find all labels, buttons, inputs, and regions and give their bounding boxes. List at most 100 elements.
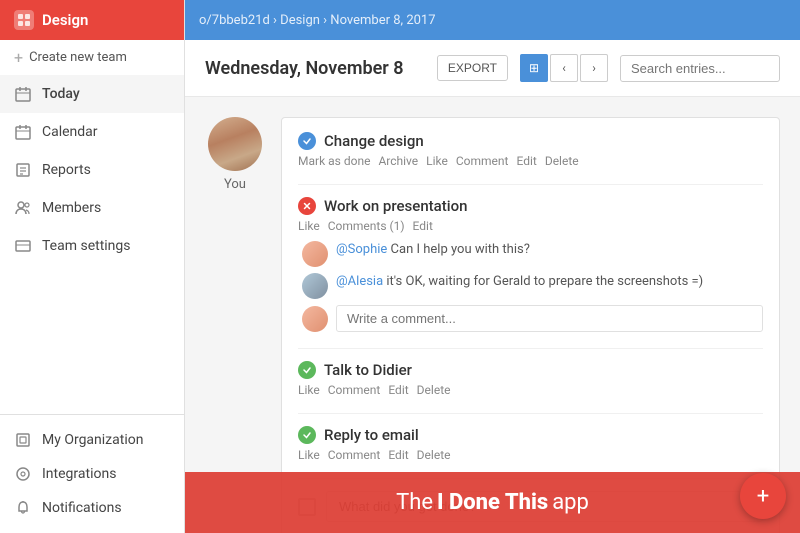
sidebar-item-members[interactable]: Members xyxy=(0,189,184,227)
feed: You Change design Mark as done A xyxy=(185,97,800,533)
avatar-user1 xyxy=(208,117,262,171)
comment-link4[interactable]: Comment xyxy=(328,448,381,462)
comment-input[interactable] xyxy=(336,305,763,332)
sidebar-item-notifications[interactable]: Notifications xyxy=(0,491,184,525)
like-link[interactable]: Like xyxy=(426,154,448,168)
sidebar-bottom: My Organization Integrations Notificatio… xyxy=(0,414,184,533)
comment-input-row xyxy=(302,305,763,332)
grid-view-button[interactable]: ⊞ xyxy=(520,54,548,82)
calendar-icon xyxy=(14,123,32,141)
edit-link2[interactable]: Edit xyxy=(413,219,433,233)
sidebar-header: Design xyxy=(0,0,184,40)
overlay-text-pre: The xyxy=(396,490,433,515)
export-button[interactable]: EXPORT xyxy=(437,55,508,81)
sidebar-brand-text: Design xyxy=(42,11,88,29)
fab-button[interactable]: + xyxy=(740,473,786,519)
content-area: Wednesday, November 8 EXPORT ⊞ ‹ › You xyxy=(185,40,800,533)
sidebar-item-integrations-label: Integrations xyxy=(42,466,116,482)
sidebar-item-reports-label: Reports xyxy=(42,162,91,178)
delete-link3[interactable]: Delete xyxy=(417,383,451,397)
mention-sophie: @Sophie xyxy=(336,242,387,257)
search-input[interactable] xyxy=(620,55,780,82)
today-icon xyxy=(14,85,32,103)
prev-button[interactable]: ‹ xyxy=(550,54,578,82)
entry-reply-email: Reply to email Like Comment Edit Delete xyxy=(298,426,763,462)
sidebar-item-reports[interactable]: Reports xyxy=(0,151,184,189)
entry-title-work-presentation: Work on presentation xyxy=(298,197,763,215)
sidebar-nav: Today Calendar Reports Members Team sett… xyxy=(0,75,184,414)
comment-text-alesia: @Sophie Can I help you with this? xyxy=(336,241,530,259)
avatar-col-user1: You xyxy=(205,117,265,533)
sidebar-item-my-org-label: My Organization xyxy=(42,432,143,448)
entry-text-talk-didier: Talk to Didier xyxy=(324,361,412,379)
items-col-user1: Change design Mark as done Archive Like … xyxy=(281,117,780,533)
create-new-team[interactable]: + Create new team xyxy=(0,40,184,75)
create-team-label: Create new team xyxy=(29,50,127,65)
content-header: Wednesday, November 8 EXPORT ⊞ ‹ › xyxy=(185,40,800,97)
avatar-current-user-small xyxy=(302,306,328,332)
entry-title-reply-email: Reply to email xyxy=(298,426,763,444)
comment-link3[interactable]: Comment xyxy=(328,383,381,397)
sidebar-item-today[interactable]: Today xyxy=(0,75,184,113)
entry-actions-reply-email: Like Comment Edit Delete xyxy=(298,448,763,462)
sidebar-item-members-label: Members xyxy=(42,200,101,216)
view-toggle: ⊞ ‹ › xyxy=(520,54,608,82)
feed-section-user1: You Change design Mark as done A xyxy=(205,117,780,533)
sidebar-item-team-settings[interactable]: Team settings xyxy=(0,227,184,265)
entry-actions-talk-didier: Like Comment Edit Delete xyxy=(298,383,763,397)
entry-text-reply-email: Reply to email xyxy=(324,426,419,444)
archive-link[interactable]: Archive xyxy=(378,154,418,168)
entry-talk-didier: Talk to Didier Like Comment Edit Delete xyxy=(298,361,763,397)
page-title: Wednesday, November 8 xyxy=(205,58,425,79)
sidebar-item-team-settings-label: Team settings xyxy=(42,238,131,254)
sidebar-brand[interactable]: Design xyxy=(0,0,184,40)
overlay-banner: The I Done This app xyxy=(185,472,800,533)
entry-actions-work-presentation: Like Comments (1) Edit xyxy=(298,219,763,233)
edit-link3[interactable]: Edit xyxy=(388,383,408,397)
org-icon xyxy=(14,431,32,449)
like-link4[interactable]: Like xyxy=(298,448,320,462)
entry-actions-change-design: Mark as done Archive Like Comment Edit D… xyxy=(298,154,763,168)
team-settings-icon xyxy=(14,237,32,255)
mention-alesia: @Alesia xyxy=(336,274,383,289)
reports-icon xyxy=(14,161,32,179)
like-link3[interactable]: Like xyxy=(298,383,320,397)
entry-work-presentation: Work on presentation Like Comments (1) E… xyxy=(298,197,763,332)
notifications-icon xyxy=(14,499,32,517)
status-icon-green2 xyxy=(298,426,316,444)
sidebar-item-my-org[interactable]: My Organization xyxy=(0,423,184,457)
like-link2[interactable]: Like xyxy=(298,219,320,233)
mark-as-done-link[interactable]: Mark as done xyxy=(298,154,370,168)
sidebar-item-today-label: Today xyxy=(42,86,80,102)
comment-thread: @Sophie Can I help you with this? @Alesi… xyxy=(302,241,763,332)
edit-link[interactable]: Edit xyxy=(516,154,536,168)
topbar: o/7bbeb21d › Design › November 8, 2017 xyxy=(185,0,800,40)
plus-icon: + xyxy=(14,48,23,67)
status-icon-blue xyxy=(298,132,316,150)
delete-link[interactable]: Delete xyxy=(545,154,579,168)
delete-link4[interactable]: Delete xyxy=(417,448,451,462)
comments-link2[interactable]: Comments (1) xyxy=(328,219,405,233)
sidebar: Design + Create new team Today Calendar … xyxy=(0,0,185,533)
sidebar-item-integrations[interactable]: Integrations xyxy=(0,457,184,491)
comment-row-sophie: @Alesia it's OK, waiting for Gerald to p… xyxy=(302,273,763,299)
entry-change-design: Change design Mark as done Archive Like … xyxy=(298,132,763,168)
entry-title-talk-didier: Talk to Didier xyxy=(298,361,763,379)
comment-link[interactable]: Comment xyxy=(456,154,509,168)
avatar-alesia xyxy=(302,241,328,267)
comment-text-sophie: @Alesia it's OK, waiting for Gerald to p… xyxy=(336,273,703,291)
entry-title-change-design: Change design xyxy=(298,132,763,150)
next-button[interactable]: › xyxy=(580,54,608,82)
sidebar-item-calendar-label: Calendar xyxy=(42,124,98,140)
status-icon-red xyxy=(298,197,316,215)
integrations-icon xyxy=(14,465,32,483)
brand-icon xyxy=(14,10,34,30)
breadcrumb: o/7bbeb21d › Design › November 8, 2017 xyxy=(199,13,436,28)
entry-text-change-design: Change design xyxy=(324,132,424,150)
overlay-text-post: app xyxy=(552,490,589,515)
overlay-text-brand: I Done This xyxy=(437,490,548,515)
edit-link4[interactable]: Edit xyxy=(388,448,408,462)
members-icon xyxy=(14,199,32,217)
avatar-label-user1: You xyxy=(224,177,246,192)
sidebar-item-calendar[interactable]: Calendar xyxy=(0,113,184,151)
